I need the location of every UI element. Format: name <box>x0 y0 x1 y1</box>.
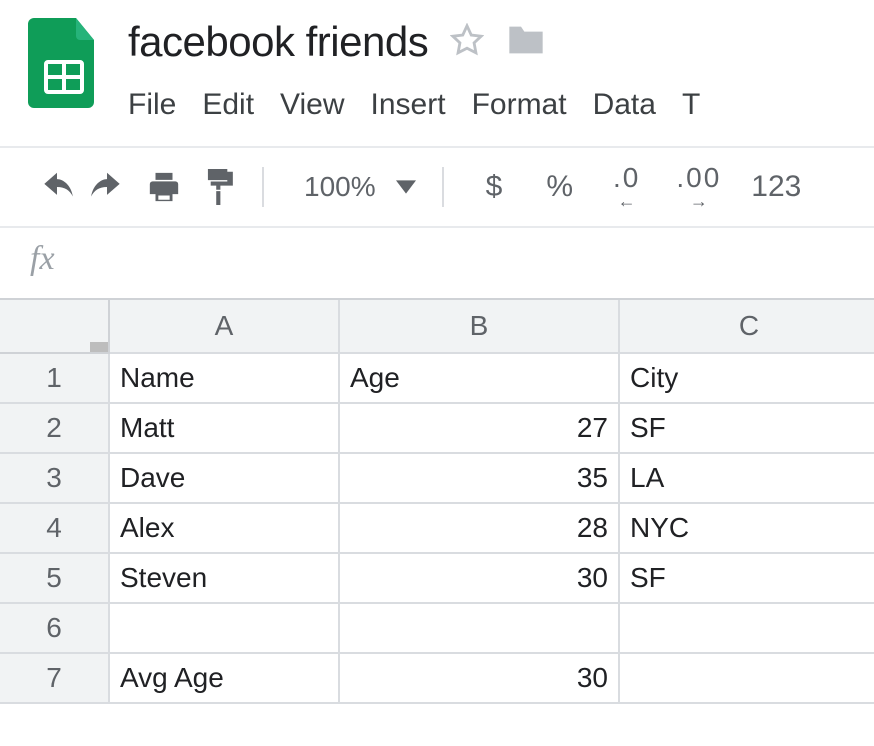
cell-a3[interactable]: Dave <box>110 454 340 504</box>
row-header-5[interactable]: 5 <box>0 554 110 604</box>
row-header-1[interactable]: 1 <box>0 354 110 404</box>
cell-a2[interactable]: Matt <box>110 404 340 454</box>
cell-b5[interactable]: 30 <box>340 554 620 604</box>
row-header-2[interactable]: 2 <box>0 404 110 454</box>
cell-a7[interactable]: Avg Age <box>110 654 340 704</box>
cell-c2[interactable]: SF <box>620 404 874 454</box>
print-icon[interactable] <box>146 170 182 204</box>
cell-c4[interactable]: NYC <box>620 504 874 554</box>
menu-bar: File Edit View Insert Format Data T <box>128 88 874 122</box>
row-header-6[interactable]: 6 <box>0 604 110 654</box>
menu-file[interactable]: File <box>128 88 176 122</box>
fx-label: fx <box>30 240 55 278</box>
undo-icon[interactable] <box>38 172 76 202</box>
increase-decimal-button[interactable]: .00 → <box>676 164 721 210</box>
cell-a5[interactable]: Steven <box>110 554 340 604</box>
redo-icon[interactable] <box>88 172 126 202</box>
cell-a1[interactable]: Name <box>110 354 340 404</box>
cell-b2[interactable]: 27 <box>340 404 620 454</box>
cell-a4[interactable]: Alex <box>110 504 340 554</box>
menu-edit[interactable]: Edit <box>202 88 254 122</box>
formula-bar[interactable]: fx <box>0 228 874 298</box>
cell-c7[interactable] <box>620 654 874 704</box>
menu-view[interactable]: View <box>280 88 344 122</box>
row-header-3[interactable]: 3 <box>0 454 110 504</box>
column-header-a[interactable]: A <box>110 300 340 354</box>
menu-insert[interactable]: Insert <box>371 88 446 122</box>
column-header-c[interactable]: C <box>620 300 874 354</box>
menu-tools[interactable]: T <box>682 88 700 122</box>
toolbar-separator <box>442 167 444 207</box>
toolbar: 100% $ % .0 ← .00 → 123 <box>0 148 874 226</box>
menu-data[interactable]: Data <box>593 88 656 122</box>
star-icon[interactable] <box>450 23 484 62</box>
select-all-corner[interactable] <box>0 300 110 354</box>
zoom-level[interactable]: 100% <box>304 171 376 203</box>
increase-decimal-label: .00 <box>676 164 721 192</box>
cell-b6[interactable] <box>340 604 620 654</box>
decrease-decimal-label: .0 <box>613 164 640 192</box>
arrow-left-icon: ← <box>618 192 636 210</box>
folder-icon[interactable] <box>506 23 546 62</box>
chevron-down-icon[interactable] <box>396 180 416 194</box>
cell-b3[interactable]: 35 <box>340 454 620 504</box>
cell-c6[interactable] <box>620 604 874 654</box>
row-header-7[interactable]: 7 <box>0 654 110 704</box>
cell-b1[interactable]: Age <box>340 354 620 404</box>
paint-format-icon[interactable] <box>202 169 236 205</box>
currency-button[interactable]: $ <box>486 170 503 204</box>
cell-a6[interactable] <box>110 604 340 654</box>
sheets-app-icon <box>28 18 100 108</box>
document-title[interactable]: facebook friends <box>128 18 428 66</box>
row-header-4[interactable]: 4 <box>0 504 110 554</box>
menu-format[interactable]: Format <box>472 88 567 122</box>
percent-button[interactable]: % <box>546 170 573 204</box>
arrow-right-icon: → <box>690 192 708 210</box>
cell-c1[interactable]: City <box>620 354 874 404</box>
toolbar-separator <box>262 167 264 207</box>
number-format-button[interactable]: 123 <box>751 170 801 204</box>
cell-c3[interactable]: LA <box>620 454 874 504</box>
spreadsheet-grid: A B C 1 Name Age City 2 Matt 27 SF 3 Dav… <box>0 298 874 704</box>
cell-b4[interactable]: 28 <box>340 504 620 554</box>
decrease-decimal-button[interactable]: .0 ← <box>613 164 640 210</box>
column-header-b[interactable]: B <box>340 300 620 354</box>
cell-b7[interactable]: 30 <box>340 654 620 704</box>
cell-c5[interactable]: SF <box>620 554 874 604</box>
